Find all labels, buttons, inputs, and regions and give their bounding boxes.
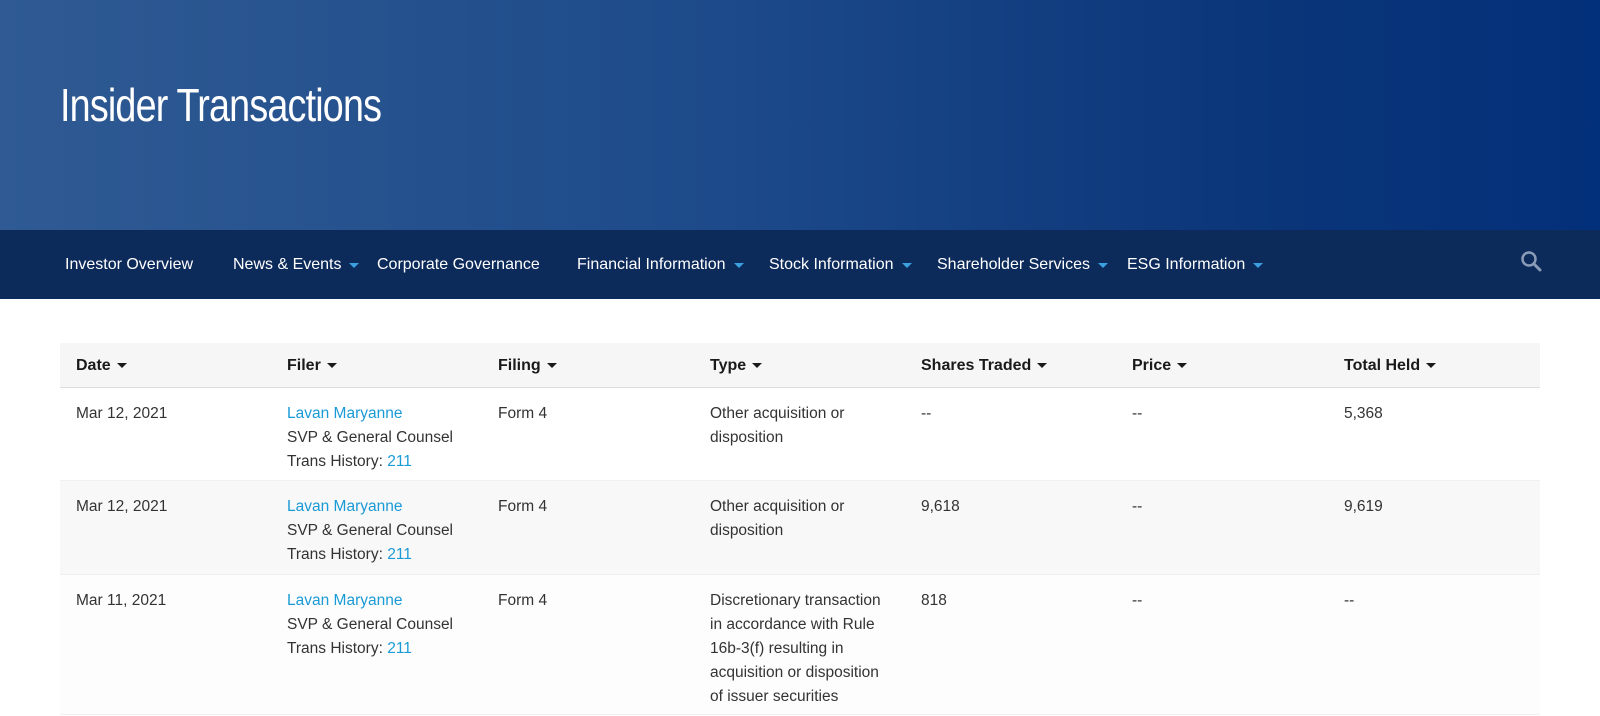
main-navigation: Investor Overview News & Events Corporat…	[0, 230, 1600, 299]
nav-item-financial-information[interactable]: Financial Information	[577, 230, 744, 299]
column-header-label: Total Held	[1344, 356, 1421, 374]
trans-history: Trans History: 211	[287, 543, 453, 567]
filer-name-link[interactable]: Lavan Maryanne	[287, 405, 402, 422]
nav-item-shareholder-services[interactable]: Shareholder Services	[937, 230, 1108, 299]
type-line: Other acquisition or	[710, 498, 845, 515]
nav-item-label: Stock Information	[769, 255, 894, 273]
cell-shares-traded: 9,618	[921, 498, 960, 515]
cell-type: Other acquisition or disposition	[710, 402, 844, 450]
insider-transactions-table: Date Filer Filing Type Shares Traded Pri…	[60, 343, 1540, 715]
type-line: Discretionary transaction	[710, 592, 881, 609]
column-header-shares-traded[interactable]: Shares Traded	[921, 343, 1048, 388]
cell-filer: Lavan Maryanne SVP & General Counsel Tra…	[287, 495, 453, 567]
caret-down-icon	[733, 262, 744, 268]
table-header-row: Date Filer Filing Type Shares Traded Pri…	[60, 343, 1540, 388]
filer-title: SVP & General Counsel	[287, 522, 454, 539]
cell-date: Mar 11, 2021	[76, 592, 167, 609]
column-header-filing[interactable]: Filing	[498, 343, 557, 388]
sort-caret-icon	[752, 363, 763, 368]
cell-filing: Form 4	[498, 592, 548, 609]
filer-name-link[interactable]: Lavan Maryanne	[287, 498, 402, 515]
sort-caret-icon	[326, 363, 337, 368]
caret-down-icon	[901, 262, 912, 268]
column-header-total-held[interactable]: Total Held	[1344, 343, 1437, 388]
cell-total-held: 5,368	[1344, 405, 1383, 422]
cell-filer: Lavan Maryanne SVP & General Counsel Tra…	[287, 402, 453, 474]
cell-type: Other acquisition or disposition	[710, 495, 844, 543]
type-line: 16b-3(f) resulting in	[710, 640, 844, 657]
trans-history-label: Trans History:	[287, 453, 383, 470]
cell-price: --	[1132, 498, 1143, 515]
table-row: Mar 12, 2021 Lavan Maryanne SVP & Genera…	[60, 481, 1540, 575]
column-header-label: Shares Traded	[921, 356, 1032, 374]
type-line: Other acquisition or	[710, 405, 845, 422]
filer-title: SVP & General Counsel	[287, 616, 454, 633]
caret-down-icon	[1253, 262, 1264, 268]
nav-item-label: Investor Overview	[65, 255, 194, 273]
filer-title: SVP & General Counsel	[287, 429, 454, 446]
cell-filer: Lavan Maryanne SVP & General Counsel Tra…	[287, 589, 453, 661]
page-hero-banner: Insider Transactions	[0, 0, 1600, 230]
cell-total-held: 9,619	[1344, 498, 1383, 515]
column-header-type[interactable]: Type	[710, 343, 763, 388]
cell-date: Mar 12, 2021	[76, 405, 168, 422]
cell-type: Discretionary transaction in accordance …	[710, 589, 881, 709]
type-line: of issuer securities	[710, 688, 839, 705]
sort-caret-icon	[1426, 363, 1437, 368]
cell-total-held: --	[1344, 592, 1355, 609]
nav-item-label: Shareholder Services	[937, 255, 1090, 273]
nav-item-news-events[interactable]: News & Events	[233, 230, 360, 299]
filer-name-link[interactable]: Lavan Maryanne	[287, 592, 402, 609]
trans-history: Trans History: 211	[287, 450, 453, 474]
type-line: acquisition or disposition	[710, 664, 879, 681]
column-header-label: Date	[76, 356, 111, 374]
type-line: disposition	[710, 429, 784, 446]
page-title: Insider Transactions	[60, 79, 382, 131]
caret-down-icon	[1097, 262, 1108, 268]
type-line: in accordance with Rule	[710, 616, 875, 633]
column-header-label: Price	[1132, 356, 1172, 374]
cell-filing: Form 4	[498, 405, 548, 422]
column-header-filer[interactable]: Filer	[287, 343, 337, 388]
search-icon[interactable]	[1520, 250, 1542, 272]
type-line: disposition	[710, 522, 784, 539]
cell-price: --	[1132, 592, 1143, 609]
sort-caret-icon	[1177, 363, 1188, 368]
sort-caret-icon	[116, 363, 127, 368]
nav-item-investor-overview[interactable]: Investor Overview	[65, 230, 193, 299]
caret-down-icon	[349, 262, 360, 268]
trans-history: Trans History: 211	[287, 637, 453, 661]
trans-history-link[interactable]: 211	[387, 640, 412, 657]
nav-item-corporate-governance[interactable]: Corporate Governance	[377, 230, 540, 299]
cell-date: Mar 12, 2021	[76, 498, 168, 515]
nav-item-label: ESG Information	[1127, 255, 1246, 273]
cell-shares-traded: --	[921, 405, 932, 422]
column-header-label: Filer	[287, 356, 321, 374]
column-header-price[interactable]: Price	[1132, 343, 1188, 388]
sort-caret-icon	[1037, 363, 1048, 368]
trans-history-label: Trans History:	[287, 640, 383, 657]
trans-history-link[interactable]: 211	[387, 453, 412, 470]
nav-item-label: Corporate Governance	[377, 255, 540, 273]
nav-item-stock-information[interactable]: Stock Information	[769, 230, 912, 299]
trans-history-label: Trans History:	[287, 546, 383, 563]
cell-filing: Form 4	[498, 498, 548, 515]
column-header-label: Filing	[498, 356, 541, 374]
trans-history-link[interactable]: 211	[387, 546, 412, 563]
sort-caret-icon	[546, 363, 557, 368]
nav-item-label: Financial Information	[577, 255, 726, 273]
column-header-label: Type	[710, 356, 747, 374]
cell-shares-traded: 818	[921, 592, 947, 609]
nav-item-esg-information[interactable]: ESG Information	[1127, 230, 1264, 299]
nav-item-label: News & Events	[233, 255, 342, 273]
cell-price: --	[1132, 405, 1143, 422]
column-header-date[interactable]: Date	[76, 343, 127, 388]
table-row: Mar 11, 2021 Lavan Maryanne SVP & Genera…	[60, 575, 1540, 715]
table-row: Mar 12, 2021 Lavan Maryanne SVP & Genera…	[60, 388, 1540, 481]
